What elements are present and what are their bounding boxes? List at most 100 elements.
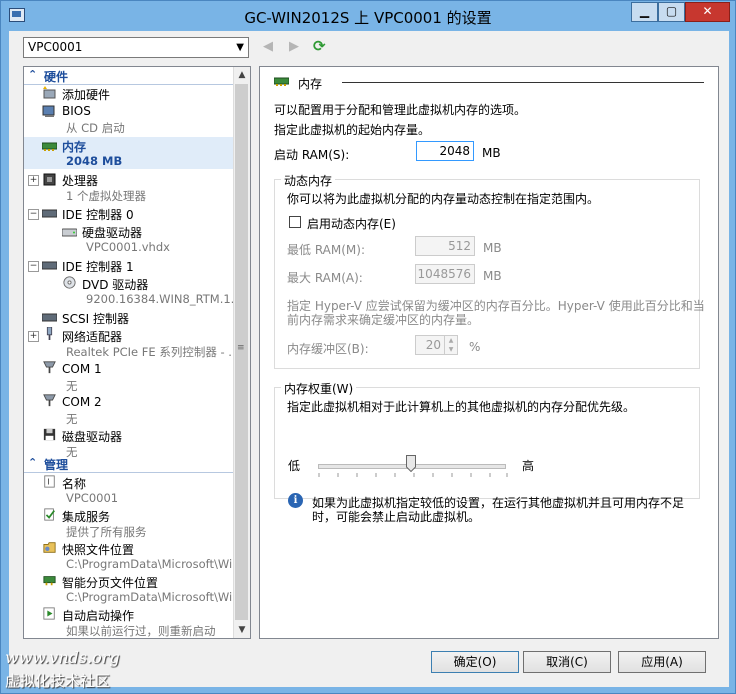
processor-icon — [43, 173, 56, 186]
tree-item-hard-drive[interactable]: 硬盘驱动器 VPC0001.vhdx — [24, 223, 235, 256]
hard-drive-icon — [62, 228, 77, 237]
maximize-button[interactable]: ▢ — [658, 2, 685, 22]
tree-item-com2[interactable]: COM 2 无 — [24, 394, 235, 427]
vm-selector[interactable]: VPC0001 ▼ — [23, 37, 249, 58]
tree-item-ide-controller-0[interactable]: − IDE 控制器 0 — [24, 205, 235, 222]
collapse-icon: ⌃ — [28, 456, 38, 469]
max-ram-unit: MB — [483, 269, 502, 283]
max-ram-label: 最大 RAM(A): — [287, 271, 363, 285]
dynamic-memory-desc: 你可以将为此虚拟机分配的内存量动态控制在指定范围内。 — [287, 192, 600, 206]
integration-services-icon — [44, 508, 55, 521]
bios-icon — [42, 105, 55, 117]
com-port-icon — [43, 394, 56, 407]
refresh-icon[interactable]: ⟳ — [313, 37, 326, 55]
dynamic-memory-title: 动态内存 — [281, 172, 336, 189]
enable-dynamic-memory-checkbox[interactable] — [289, 216, 301, 228]
weight-high-label: 高 — [522, 459, 535, 473]
weight-info-2: 时，可能会禁止启动此虚拟机。 — [312, 510, 481, 524]
enable-dynamic-memory-label: 启用动态内存(E) — [307, 217, 396, 231]
tree-item-paging-file-location[interactable]: 智能分页文件位置 C:\ProgramData\Microsoft\Win... — [24, 573, 250, 606]
dynamic-memory-group: 动态内存 你可以将为此虚拟机分配的内存量动态控制在指定范围内。 启用动态内存(E… — [274, 172, 705, 369]
grip-icon: ≡ — [237, 343, 245, 353]
scroll-down-icon[interactable]: ▼ — [234, 622, 250, 638]
startup-ram-label: 启动 RAM(S): — [274, 148, 350, 162]
max-ram-input[interactable]: 1048576 — [415, 264, 475, 284]
watermark: www.vnds.org 虚拟化技术社区 — [5, 648, 120, 690]
dvd-icon — [63, 276, 76, 289]
tree-item-add-hardware[interactable]: 添加硬件 — [24, 85, 235, 102]
scrollbar-thumb[interactable]: ≡ — [235, 84, 248, 620]
memory-buffer-unit: % — [469, 340, 481, 354]
ok-button[interactable]: 确定(O) — [431, 651, 519, 673]
expand-icon[interactable]: + — [28, 175, 39, 186]
min-ram-unit: MB — [483, 241, 502, 255]
expand-icon[interactable]: + — [28, 331, 39, 342]
scroll-up-icon[interactable]: ▲ — [234, 67, 250, 83]
tree-item-bios[interactable]: BIOS 从 CD 启动 — [24, 103, 235, 136]
tree-item-integration-services[interactable]: 集成服务 提供了所有服务 — [24, 507, 235, 540]
memory-icon — [42, 142, 57, 151]
collapse-icon[interactable]: − — [28, 261, 39, 272]
section-hardware[interactable]: ⌃ 硬件 — [24, 68, 235, 85]
memory-weight-title: 内存权重(W) — [281, 380, 357, 397]
title-bar[interactable]: GC-WIN2012S 上 VPC0001 的设置 ▁ ▢ ✕ — [1, 1, 735, 31]
tree-item-scsi-controller[interactable]: SCSI 控制器 — [24, 309, 235, 326]
memory-section-header: 内存 — [274, 75, 706, 91]
scsi-controller-icon — [42, 313, 57, 322]
memory-buffer-label: 内存缓冲区(B): — [287, 342, 369, 356]
client-area: VPC0001 ▼ ◀ ▶ ⟳ ⌃ 硬件 添加硬件 BIOS 从 CD 启动 内… — [9, 31, 729, 687]
add-hardware-icon — [43, 86, 56, 99]
memory-settings-panel: 内存 可以配置用于分配和管理此虚拟机内存的选项。 指定此虚拟机的起始内存量。 启… — [259, 66, 719, 639]
memory-buffer-input[interactable]: 20 — [415, 335, 445, 355]
slider-ticks — [318, 473, 508, 477]
startup-ram-unit: MB — [482, 146, 501, 160]
tree-item-com1[interactable]: COM 1 无 — [24, 361, 235, 394]
memory-desc-2: 指定此虚拟机的起始内存量。 — [274, 123, 431, 137]
ide-controller-icon — [42, 261, 57, 270]
apply-button[interactable]: 应用(A) — [618, 651, 706, 673]
hardware-tree[interactable]: ⌃ 硬件 添加硬件 BIOS 从 CD 启动 内存 2048 MB + 处理器 … — [23, 66, 251, 639]
memory-icon — [274, 77, 289, 86]
tree-item-name[interactable]: I 名称 VPC0001 — [24, 474, 235, 507]
network-adapter-icon — [46, 327, 53, 340]
min-ram-label: 最低 RAM(M): — [287, 243, 365, 257]
min-ram-input[interactable]: 512 — [415, 236, 475, 256]
floppy-icon — [43, 428, 56, 441]
close-button[interactable]: ✕ — [685, 2, 730, 22]
buffer-desc-2: 前内存需求来确定缓冲区的内存量。 — [287, 313, 480, 327]
tree-item-network-adapter[interactable]: + 网络适配器 Realtek PCIe FE 系列控制器 - ... — [24, 327, 239, 360]
tree-item-ide-controller-1[interactable]: − IDE 控制器 1 — [24, 257, 235, 274]
memory-weight-group: 内存权重(W) 指定此虚拟机相对于此计算机上的其他虚拟机的内存分配优先级。 — [274, 380, 700, 499]
forward-arrow-icon[interactable]: ▶ — [289, 39, 299, 54]
vm-selector-value: VPC0001 — [28, 40, 83, 54]
collapse-icon[interactable]: − — [28, 209, 39, 220]
com-port-icon — [43, 361, 56, 374]
automatic-start-icon — [43, 607, 55, 620]
paging-file-icon — [43, 576, 56, 586]
tree-item-processor[interactable]: + 处理器 1 个虚拟处理器 — [24, 171, 235, 204]
settings-window: GC-WIN2012S 上 VPC0001 的设置 ▁ ▢ ✕ VPC0001 … — [0, 0, 736, 694]
svg-text:I: I — [47, 478, 49, 487]
collapse-icon: ⌃ — [28, 68, 38, 81]
memory-desc-1: 可以配置用于分配和管理此虚拟机内存的选项。 — [274, 103, 527, 117]
window-title: GC-WIN2012S 上 VPC0001 的设置 — [244, 9, 492, 27]
memory-weight-slider-thumb[interactable] — [406, 455, 416, 472]
tree-scrollbar[interactable]: ▲ ≡ ▼ — [233, 67, 250, 638]
ide-controller-icon — [42, 209, 57, 218]
tree-item-automatic-start[interactable]: 自动启动操作 如果以前运行过，则重新启动 — [24, 606, 235, 638]
tree-item-snapshot-location[interactable]: 快照文件位置 C:\ProgramData\Microsoft\Win... — [24, 540, 250, 573]
section-title: 内存 — [298, 77, 323, 91]
info-icon: i — [288, 493, 303, 508]
cancel-button[interactable]: 取消(C) — [523, 651, 611, 673]
chevron-down-icon: ▼ — [236, 42, 244, 53]
tree-item-dvd-drive[interactable]: DVD 驱动器 9200.16384.WIN8_RTM.1... — [24, 275, 242, 308]
section-management[interactable]: ⌃ 管理 — [24, 456, 235, 473]
name-icon: I — [44, 475, 55, 488]
snapshot-folder-icon — [43, 542, 56, 553]
minimize-button[interactable]: ▁ — [631, 2, 658, 22]
startup-ram-input[interactable]: 2048 — [416, 141, 474, 161]
tree-item-memory[interactable]: 内存 2048 MB — [24, 137, 235, 169]
back-arrow-icon[interactable]: ◀ — [263, 39, 273, 54]
weight-low-label: 低 — [288, 459, 301, 473]
memory-buffer-spinner[interactable]: ▲ ▼ — [445, 335, 458, 355]
